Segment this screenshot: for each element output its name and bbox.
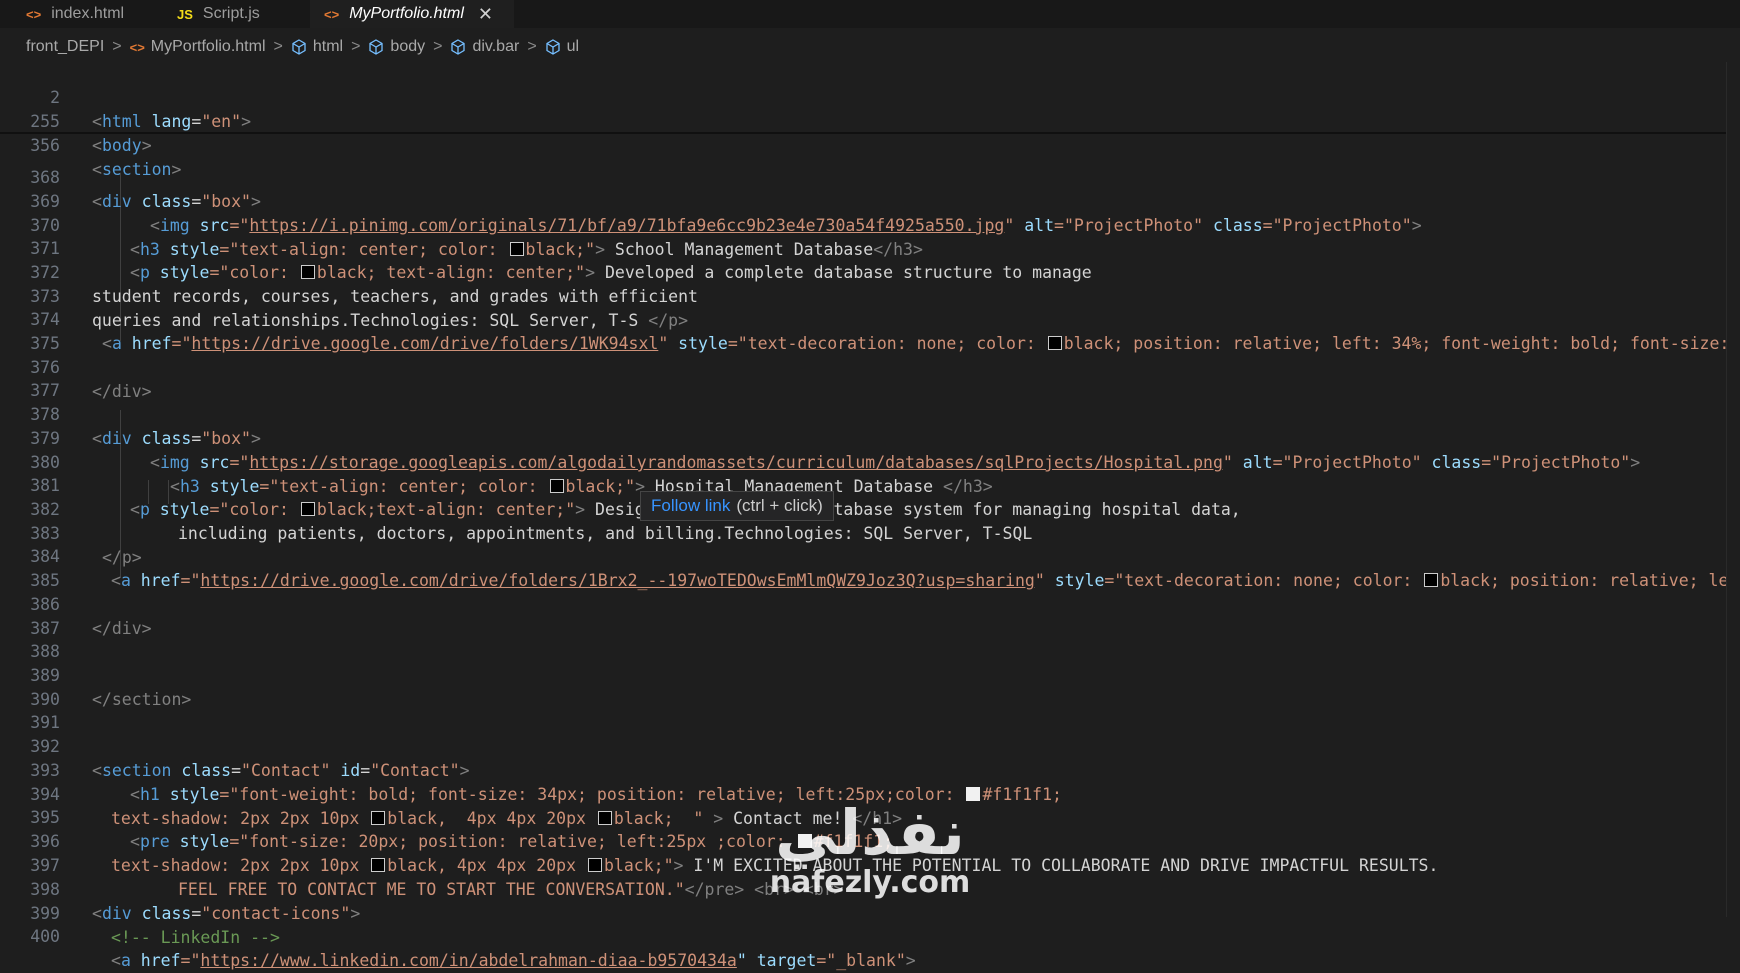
- chevron-right-icon: >: [433, 38, 443, 55]
- chevron-right-icon: >: [112, 38, 122, 55]
- code-line[interactable]: 392 <section class="Contact" id="Contact…: [0, 711, 1740, 780]
- breadcrumb-folder[interactable]: front_DEPI: [26, 38, 104, 56]
- code-line[interactable]: 369 <img src="https://i.pinimg.com/origi…: [0, 166, 1740, 235]
- chevron-right-icon: >: [273, 38, 283, 55]
- code-link[interactable]: https://www.linkedin.com/in/abdelrahman-…: [200, 951, 736, 970]
- code-comment: <!-- LinkedIn -->: [111, 928, 280, 947]
- vertical-scrollbar[interactable]: [1726, 62, 1740, 917]
- code-line[interactable]: 368 <div class="box">: [0, 142, 1740, 211]
- breadcrumb-file[interactable]: MyPortfolio.html: [151, 38, 266, 56]
- code-line[interactable]: 381 <p style="color: black;text-align: c…: [0, 450, 1740, 519]
- symbol-cube-icon: [369, 39, 384, 55]
- watermark-logo: نفذلي nafezly.com: [760, 800, 980, 917]
- code-line[interactable]: 370 <h3 style="text-align: center; color…: [0, 190, 1740, 259]
- follow-link-hint: (ctrl + click): [736, 496, 823, 515]
- watermark-latin: nafezly.com: [769, 865, 971, 900]
- code-line[interactable]: 388: [0, 616, 1740, 661]
- code-line[interactable]: 374 <a href="https://drive.google.com/dr…: [0, 284, 1740, 353]
- breadcrumb-body[interactable]: body: [390, 38, 425, 56]
- code-line[interactable]: 377: [0, 355, 1740, 400]
- code-line[interactable]: 255 <body>: [0, 86, 1740, 155]
- code-line[interactable]: 387: [0, 593, 1740, 638]
- code-line[interactable]: 372 student records, courses, teachers, …: [0, 237, 1740, 306]
- code-line[interactable]: 393 <h1 style="font-weight: bold; font-s…: [0, 735, 1740, 804]
- html-file-icon: <>: [129, 39, 145, 55]
- js-file-icon: JS: [177, 6, 193, 22]
- breadcrumb-div-bar[interactable]: div.bar: [472, 38, 519, 56]
- tab-label: Script.js: [202, 5, 260, 22]
- line-number: 400: [30, 927, 60, 946]
- chevron-right-icon: >: [527, 38, 537, 55]
- html-file-icon: <>: [324, 6, 340, 22]
- breadcrumb-ul[interactable]: ul: [567, 38, 579, 56]
- breadcrumb-html[interactable]: html: [313, 38, 343, 56]
- tab-index-html[interactable]: <> index.html: [14, 0, 176, 28]
- code-line[interactable]: 371 <p style="color: black; text-align: …: [0, 213, 1740, 282]
- close-icon[interactable]: ✕: [478, 4, 493, 25]
- code-line[interactable]: 2 <html lang="en">: [0, 62, 1740, 131]
- tab-myportfolio-html[interactable]: <> MyPortfolio.html ✕: [310, 0, 514, 28]
- code-line[interactable]: 383 </p>: [0, 498, 1740, 567]
- code-line[interactable]: 378 <div class="box">: [0, 379, 1740, 448]
- sticky-scroll-header: 2 <html lang="en"> 255 <body> 356 <secti…: [0, 62, 1740, 179]
- code-line[interactable]: 382 including patients, doctors, appoint…: [0, 474, 1740, 543]
- code-line[interactable]: 389 </section>: [0, 640, 1740, 709]
- code-line[interactable]: 390: [0, 664, 1740, 709]
- symbol-cube-icon: [546, 39, 560, 55]
- html-file-icon: <>: [26, 6, 42, 22]
- code-line[interactable]: 380 <h3 style="text-align: center; color…: [0, 427, 1740, 496]
- chevron-right-icon: >: [351, 38, 361, 55]
- symbol-cube-icon: [292, 39, 306, 55]
- code-line[interactable]: 375: [0, 308, 1740, 353]
- code-line[interactable]: 394 text-shadow: 2px 2px 10px black, 4px…: [0, 759, 1740, 828]
- code-line[interactable]: 356 <section>: [0, 110, 1740, 179]
- follow-link[interactable]: Follow link: [651, 496, 730, 516]
- code-line[interactable]: 391: [0, 687, 1740, 732]
- tab-label: MyPortfolio.html: [349, 5, 464, 22]
- follow-link-tooltip: Follow link (ctrl + click): [640, 491, 834, 521]
- breadcrumb: front_DEPI > <> MyPortfolio.html > html …: [0, 36, 579, 58]
- watermark-arabic: نفذلي: [775, 796, 965, 869]
- code-line[interactable]: 373 queries and relationships.Technologi…: [0, 261, 1740, 330]
- code-line[interactable]: 379 <img src="https://storage.googleapis…: [0, 403, 1740, 472]
- tab-label: index.html: [51, 5, 125, 22]
- symbol-cube-icon: [451, 39, 466, 55]
- tab-script-js[interactable]: JS Script.js: [165, 0, 317, 28]
- editor-tab-bar: <> index.html JS Script.js <> MyPortfoli…: [0, 0, 1740, 28]
- code-line[interactable]: 376 </div>: [0, 332, 1740, 401]
- code-line[interactable]: 384 <a href="https://drive.google.com/dr…: [0, 521, 1740, 590]
- code-line[interactable]: 386 </div>: [0, 569, 1740, 638]
- code-line[interactable]: 385: [0, 545, 1740, 590]
